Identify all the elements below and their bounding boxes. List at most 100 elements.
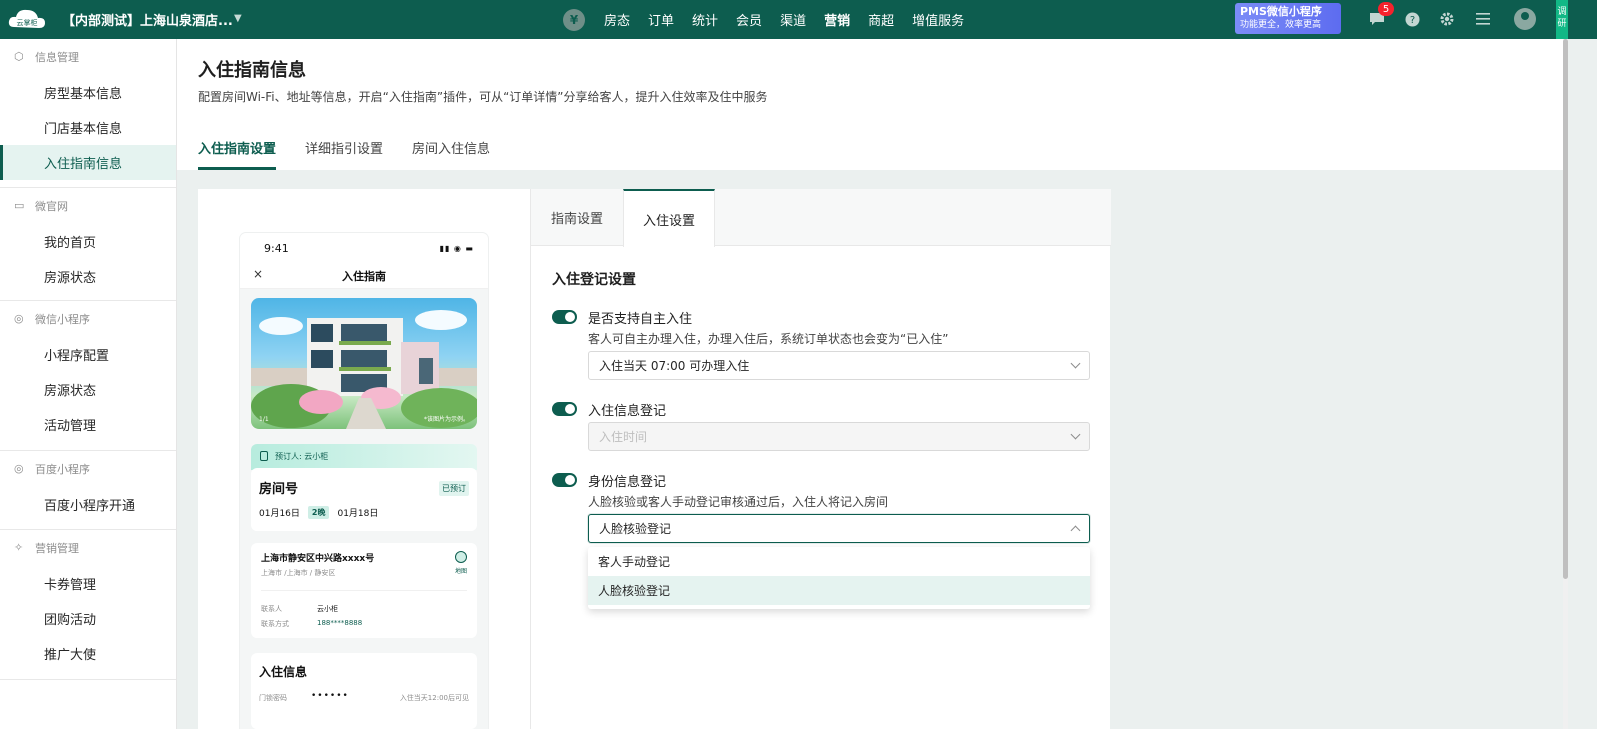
booker-banner: 预订人: 云小柜 <box>251 444 477 470</box>
nav-item-marketing[interactable]: 营销 <box>824 10 850 29</box>
hotel-illustration <box>251 310 477 429</box>
hotel-photo: 1/1 *该图片为示例。 <box>251 298 477 429</box>
address-title: 上海市静安区中兴路xxxx号 <box>261 554 375 564</box>
page-description: 配置房间Wi-Fi、地址等信息，开启“入住指南”插件，可从“订单详情”分享给客人… <box>198 90 768 104</box>
preview-panel: 9:41 ▮▮ ◉ ▬ × 入住指南 1/1 *该图片为示例。 预订人: 云小柜… <box>198 189 530 729</box>
sidebar-item-store-info[interactable]: 门店基本信息 <box>0 110 176 145</box>
top-bar: 云掌柜 【内部测试】上海山泉酒店... ▼ ¥ 房态 订单 统计 会员 渠道 营… <box>0 0 1597 39</box>
self-checkin-toggle[interactable] <box>552 310 577 324</box>
survey-tab[interactable]: 调研 <box>1556 0 1568 39</box>
nights-badge: 2晚 <box>307 506 330 519</box>
self-checkin-time-select[interactable]: 入住当天 07:00 可办理入住 <box>588 351 1090 380</box>
sidebar-item-room-availability[interactable]: 房源状态 <box>0 372 176 407</box>
sidebar-group-title: ⬡ 信息管理 <box>0 39 176 75</box>
menu-icon[interactable] <box>1474 10 1492 28</box>
logo-text: 云掌柜 <box>17 18 38 27</box>
promo-subtitle: 功能更全，效率更高 <box>1240 20 1322 30</box>
nav-item-value-added[interactable]: 增值服务 <box>912 10 964 29</box>
sidebar-item-activities[interactable]: 活动管理 <box>0 407 176 442</box>
sidebar-item-room-type[interactable]: 房型基本信息 <box>0 75 176 110</box>
sidebar-item-miniprogram-config[interactable]: 小程序配置 <box>0 337 176 372</box>
select-placeholder: 入住时间 <box>599 430 648 444</box>
cube-icon: ⬡ <box>14 50 24 63</box>
nav-item-room-status[interactable]: 房态 <box>604 10 630 29</box>
checkin-info-toggle[interactable] <box>552 402 577 416</box>
sidebar-item-coupons[interactable]: 卡券管理 <box>0 566 176 601</box>
room-title: 房间号 <box>259 482 299 497</box>
sidebar-group-title: ✧ 营销管理 <box>0 530 176 566</box>
lock-password-label: 门锁密码 <box>259 694 287 702</box>
identity-method-select[interactable]: 人脸核验登记 <box>588 514 1090 543</box>
phone-status-bar: 9:41 ▮▮ ◉ ▬ <box>240 233 488 261</box>
sidebar-item-room-availability[interactable]: 房源状态 <box>0 259 176 294</box>
checkin-time-select[interactable]: 入住时间 <box>588 422 1090 451</box>
message-badge: 5 <box>1378 2 1394 16</box>
sidebar-group-title: ◎ 微信小程序 <box>0 301 176 337</box>
scrollbar[interactable] <box>1563 39 1568 729</box>
nav-item-members[interactable]: 会员 <box>736 10 762 29</box>
identity-register-toggle[interactable] <box>552 473 577 487</box>
room-card: 房间号 已预订 01月16日 2晚 01月18日 <box>251 468 477 531</box>
tab-detailed-guide[interactable]: 详细指引设置 <box>305 138 383 170</box>
page-tabs: 入住指南设置 详细指引设置 房间入住信息 <box>198 138 519 170</box>
section-title: 入住登记设置 <box>552 272 636 288</box>
checkin-date: 01月16日 <box>259 509 300 519</box>
settings-panel: 指南设置 入住设置 入住登记设置 是否支持自主入住 客人可自主办理入住，办理入住… <box>530 189 1111 729</box>
scrollbar-thumb[interactable] <box>1563 39 1568 579</box>
tab-checkin-config[interactable]: 入住设置 <box>623 189 715 247</box>
map-pin-icon <box>454 551 467 563</box>
yunzhanggui-logo[interactable]: 云掌柜 <box>6 5 48 33</box>
nav-item-mall[interactable]: 商超 <box>868 10 894 29</box>
sidebar-item-homepage[interactable]: 我的首页 <box>0 224 176 259</box>
compass-icon: ◎ <box>14 312 24 325</box>
sidebar-group-info: ⬡ 信息管理 房型基本信息 门店基本信息 入住指南信息 <box>0 39 176 188</box>
page-title: 入住指南信息 <box>198 60 306 81</box>
select-value: 入住当天 07:00 可办理入住 <box>599 359 750 373</box>
sidebar-item-checkin-guide[interactable]: 入住指南信息 <box>0 145 176 180</box>
phone-nav-bar: × 入住指南 <box>240 261 488 289</box>
svg-text:?: ? <box>1409 15 1414 26</box>
phone-number-value: 188****8888 <box>317 619 363 627</box>
contact-label: 联系人 <box>261 605 282 613</box>
pms-miniprogram-promo[interactable]: PMS微信小程序 功能更全，效率更高 <box>1235 3 1341 34</box>
lock-password-value: •••••• <box>311 691 349 701</box>
dropdown-option-manual[interactable]: 客人手动登记 <box>588 547 1090 576</box>
stay-dates: 01月16日 2晚 01月18日 <box>259 506 378 519</box>
avatar[interactable] <box>1514 8 1536 30</box>
dropdown-option-face[interactable]: 人脸核验登记 <box>588 576 1090 605</box>
gear-icon[interactable] <box>1438 10 1456 28</box>
sidebar-item-ambassador[interactable]: 推广大使 <box>0 636 176 671</box>
sidebar-group-baidu: ◎ 百度小程序 百度小程序开通 <box>0 451 176 530</box>
main-nav: ¥ 房态 订单 统计 会员 渠道 营销 商超 增值服务 <box>563 0 973 39</box>
phone-number-label: 联系方式 <box>261 620 289 628</box>
phone-icon <box>260 451 268 461</box>
identity-register-label: 身份信息登记 <box>588 475 667 490</box>
yen-icon[interactable]: ¥ <box>563 8 585 31</box>
self-checkin-label: 是否支持自主入住 <box>588 312 693 327</box>
nav-item-channels[interactable]: 渠道 <box>780 10 806 29</box>
help-icon[interactable]: ? <box>1403 10 1421 28</box>
chevron-down-icon[interactable]: ▼ <box>234 13 242 24</box>
tab-guide-config[interactable]: 指南设置 <box>531 189 623 246</box>
status-badge: 已预订 <box>439 481 469 496</box>
store-name[interactable]: 【内部测试】上海山泉酒店... <box>62 10 233 29</box>
nav-item-statistics[interactable]: 统计 <box>692 10 718 29</box>
battery-icon: ▮▮ ◉ ▬ <box>439 244 474 253</box>
address-card: 上海市静安区中兴路xxxx号 上海市 /上海市 / 静安区 地图 联系人 云小柜… <box>251 543 477 638</box>
nav-item-orders[interactable]: 订单 <box>648 10 674 29</box>
phone-title: 入住指南 <box>342 270 386 283</box>
sidebar-group-marketing: ✧ 营销管理 卡券管理 团购活动 推广大使 <box>0 530 176 680</box>
select-value: 人脸核验登记 <box>599 522 672 536</box>
page-header: 入住指南信息 配置房间Wi-Fi、地址等信息，开启“入住指南”插件，可从“订单详… <box>177 39 1564 170</box>
identity-register-description: 人脸核验或客人手动登记审核通过后，入住人将记入房间 <box>588 495 889 509</box>
sidebar-group-title: ▭ 微官网 <box>0 188 176 224</box>
tab-guide-settings[interactable]: 入住指南设置 <box>198 138 277 170</box>
chevron-up-icon <box>1070 525 1081 536</box>
address-region: 上海市 /上海市 / 静安区 <box>261 569 336 577</box>
compass-icon: ◎ <box>14 462 24 475</box>
sidebar-group-label: 微官网 <box>35 200 68 213</box>
tab-room-checkin-info[interactable]: 房间入住信息 <box>412 138 490 170</box>
sidebar-item-group-buy[interactable]: 团购活动 <box>0 601 176 636</box>
marketing-icon: ✧ <box>14 541 24 554</box>
sidebar-item-baidu-open[interactable]: 百度小程序开通 <box>0 487 176 522</box>
